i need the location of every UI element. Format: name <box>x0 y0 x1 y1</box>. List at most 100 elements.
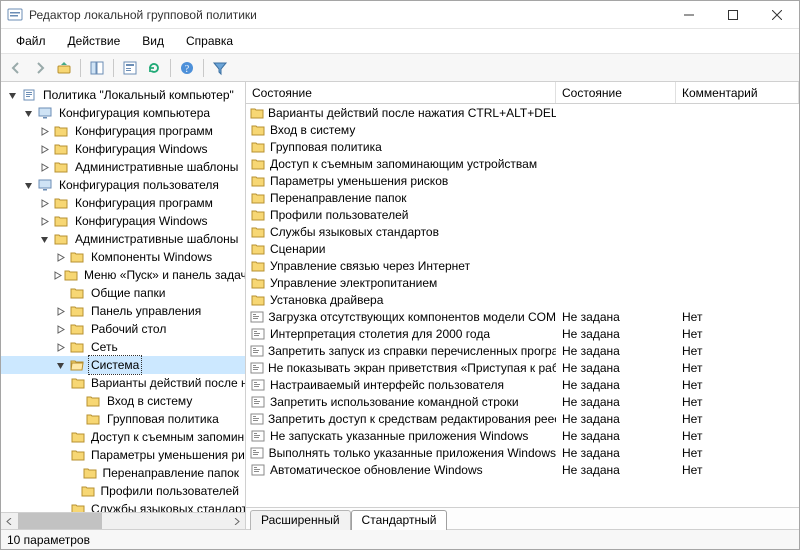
chevron-right-icon[interactable] <box>53 250 67 264</box>
chevron-down-icon[interactable] <box>21 178 35 192</box>
forward-button[interactable] <box>29 57 51 79</box>
tree-control-panel[interactable]: Панель управления <box>1 302 245 320</box>
show-hide-tree-button[interactable] <box>86 57 108 79</box>
tree-desktop[interactable]: Рабочий стол <box>1 320 245 338</box>
tree-cc-admin-templates[interactable]: Административные шаблоны <box>1 158 245 176</box>
chevron-down-icon[interactable] <box>53 358 67 372</box>
list-item-folder[interactable]: Профили пользователей <box>246 206 799 223</box>
list-view[interactable]: Варианты действий после нажатия CTRL+ALT… <box>246 104 799 507</box>
list-item-label: Доступ к съемным запоминающим устройства… <box>270 156 537 172</box>
chevron-right-icon[interactable] <box>53 322 67 336</box>
column-header-name[interactable]: Состояние <box>246 82 556 103</box>
minimize-button[interactable] <box>667 1 711 29</box>
properties-button[interactable] <box>119 57 141 79</box>
tree-scroll[interactable]: Политика "Локальный компьютер"Конфигурац… <box>1 82 245 512</box>
tab-standard[interactable]: Стандартный <box>351 510 448 530</box>
chevron-down-icon[interactable] <box>5 88 19 102</box>
tree-cu-windows[interactable]: Конфигурация Windows <box>1 212 245 230</box>
maximize-button[interactable] <box>711 1 755 29</box>
tree-sys-group-policy[interactable]: Групповая политика <box>1 410 245 428</box>
tree-label: Профили пользователей <box>99 482 241 500</box>
tree-sys-logon[interactable]: Вход в систему <box>1 392 245 410</box>
list-item-setting[interactable]: Запретить использование командной строки… <box>246 393 799 410</box>
list-item-folder[interactable]: Сценарии <box>246 240 799 257</box>
column-header-state[interactable]: Состояние <box>556 82 676 103</box>
folder-icon <box>250 225 266 239</box>
chevron-right-icon[interactable] <box>37 214 51 228</box>
chevron-right-icon[interactable] <box>53 340 67 354</box>
tree-cc-programs[interactable]: Конфигурация программ <box>1 122 245 140</box>
list-item-setting[interactable]: Запретить доступ к средствам редактирова… <box>246 410 799 427</box>
list-item-folder[interactable]: Управление связью через Интернет <box>246 257 799 274</box>
list-item-folder[interactable]: Установка драйвера <box>246 291 799 308</box>
filter-button[interactable] <box>209 57 231 79</box>
chevron-right-icon[interactable] <box>37 124 51 138</box>
list-item-setting[interactable]: Запретить запуск из справки перечисленны… <box>246 342 799 359</box>
tree-sys-removable[interactable]: Доступ к съемным запомин <box>1 428 245 446</box>
list-item-setting[interactable]: Настраиваемый интерфейс пользователяНе з… <box>246 376 799 393</box>
list-item-setting[interactable]: Загрузка отсутствующих компонентов модел… <box>246 308 799 325</box>
tree-sys-profiles[interactable]: Профили пользователей <box>1 482 245 500</box>
chevron-right-icon[interactable] <box>37 160 51 174</box>
close-button[interactable] <box>755 1 799 29</box>
tree-label: Панель управления <box>89 302 203 320</box>
chevron-right-icon[interactable] <box>37 142 51 156</box>
folder-icon <box>85 412 101 426</box>
tree-cu-admin-templates[interactable]: Административные шаблоны <box>1 230 245 248</box>
scroll-right-icon[interactable] <box>228 513 245 529</box>
tree-user-config[interactable]: Конфигурация пользователя <box>1 176 245 194</box>
list-item-folder[interactable]: Перенаправление папок <box>246 189 799 206</box>
scroll-thumb[interactable] <box>18 513 102 529</box>
menu-action[interactable]: Действие <box>59 31 130 51</box>
list-item-setting[interactable]: Автоматическое обновление WindowsНе зада… <box>246 461 799 478</box>
tree-network[interactable]: Сеть <box>1 338 245 356</box>
tree-cc-windows[interactable]: Конфигурация Windows <box>1 140 245 158</box>
back-button[interactable] <box>5 57 27 79</box>
tree-start-menu[interactable]: Меню «Пуск» и панель задач <box>1 266 245 284</box>
titlebar: Редактор локальной групповой политики <box>1 1 799 29</box>
scroll-left-icon[interactable] <box>1 513 18 529</box>
list-item-folder[interactable]: Доступ к съемным запоминающим устройства… <box>246 155 799 172</box>
tree-horiz-scrollbar[interactable] <box>1 512 245 529</box>
list-item-folder[interactable]: Управление электропитанием <box>246 274 799 291</box>
tree-sys-folder-redir[interactable]: Перенаправление папок <box>1 464 245 482</box>
list-item-setting[interactable]: Интерпретация столетия для 2000 годаНе з… <box>246 325 799 342</box>
list-item-folder[interactable]: Варианты действий после нажатия CTRL+ALT… <box>246 104 799 121</box>
list-item-setting[interactable]: Не запускать указанные приложения Window… <box>246 427 799 444</box>
help-button[interactable]: ? <box>176 57 198 79</box>
tree-sys-ctrlaltdel[interactable]: Варианты действий после на <box>1 374 245 392</box>
tree-root[interactable]: Политика "Локальный компьютер" <box>1 86 245 104</box>
menu-file[interactable]: Файл <box>7 31 55 51</box>
chevron-right-icon[interactable] <box>53 304 67 318</box>
menu-view[interactable]: Вид <box>133 31 173 51</box>
toolbar-separator <box>113 59 114 77</box>
tab-extended[interactable]: Расширенный <box>250 510 351 530</box>
folder-icon <box>81 484 95 498</box>
folder-icon <box>250 157 266 171</box>
tree-cu-programs[interactable]: Конфигурация программ <box>1 194 245 212</box>
list-item-setting[interactable]: Не показывать экран приветствия «Приступ… <box>246 359 799 376</box>
menu-help[interactable]: Справка <box>177 31 242 51</box>
tree-system[interactable]: Система <box>1 356 245 374</box>
tree-computer-config[interactable]: Конфигурация компьютера <box>1 104 245 122</box>
tree-sys-lang[interactable]: Службы языковых стандарто <box>1 500 245 512</box>
list-item-label: Перенаправление папок <box>270 190 407 206</box>
tree-label: Конфигурация Windows <box>73 140 210 158</box>
list-item-folder[interactable]: Параметры уменьшения рисков <box>246 172 799 189</box>
chevron-right-icon[interactable] <box>53 268 62 282</box>
column-header-comment[interactable]: Комментарий <box>676 82 799 103</box>
tree-shared-folders[interactable]: Общие папки <box>1 284 245 302</box>
tree-spacer <box>69 394 83 408</box>
list-item-folder[interactable]: Вход в систему <box>246 121 799 138</box>
list-item-folder[interactable]: Службы языковых стандартов <box>246 223 799 240</box>
list-item-setting[interactable]: Выполнять только указанные приложения Wi… <box>246 444 799 461</box>
chevron-down-icon[interactable] <box>37 232 51 246</box>
chevron-down-icon[interactable] <box>21 106 35 120</box>
chevron-right-icon[interactable] <box>37 196 51 210</box>
up-button[interactable] <box>53 57 75 79</box>
list-item-folder[interactable]: Групповая политика <box>246 138 799 155</box>
refresh-button[interactable] <box>143 57 165 79</box>
tree-sys-mitigation[interactable]: Параметры уменьшения ри <box>1 446 245 464</box>
tree-components-windows[interactable]: Компоненты Windows <box>1 248 245 266</box>
list-item-state: Не задана <box>556 394 676 410</box>
